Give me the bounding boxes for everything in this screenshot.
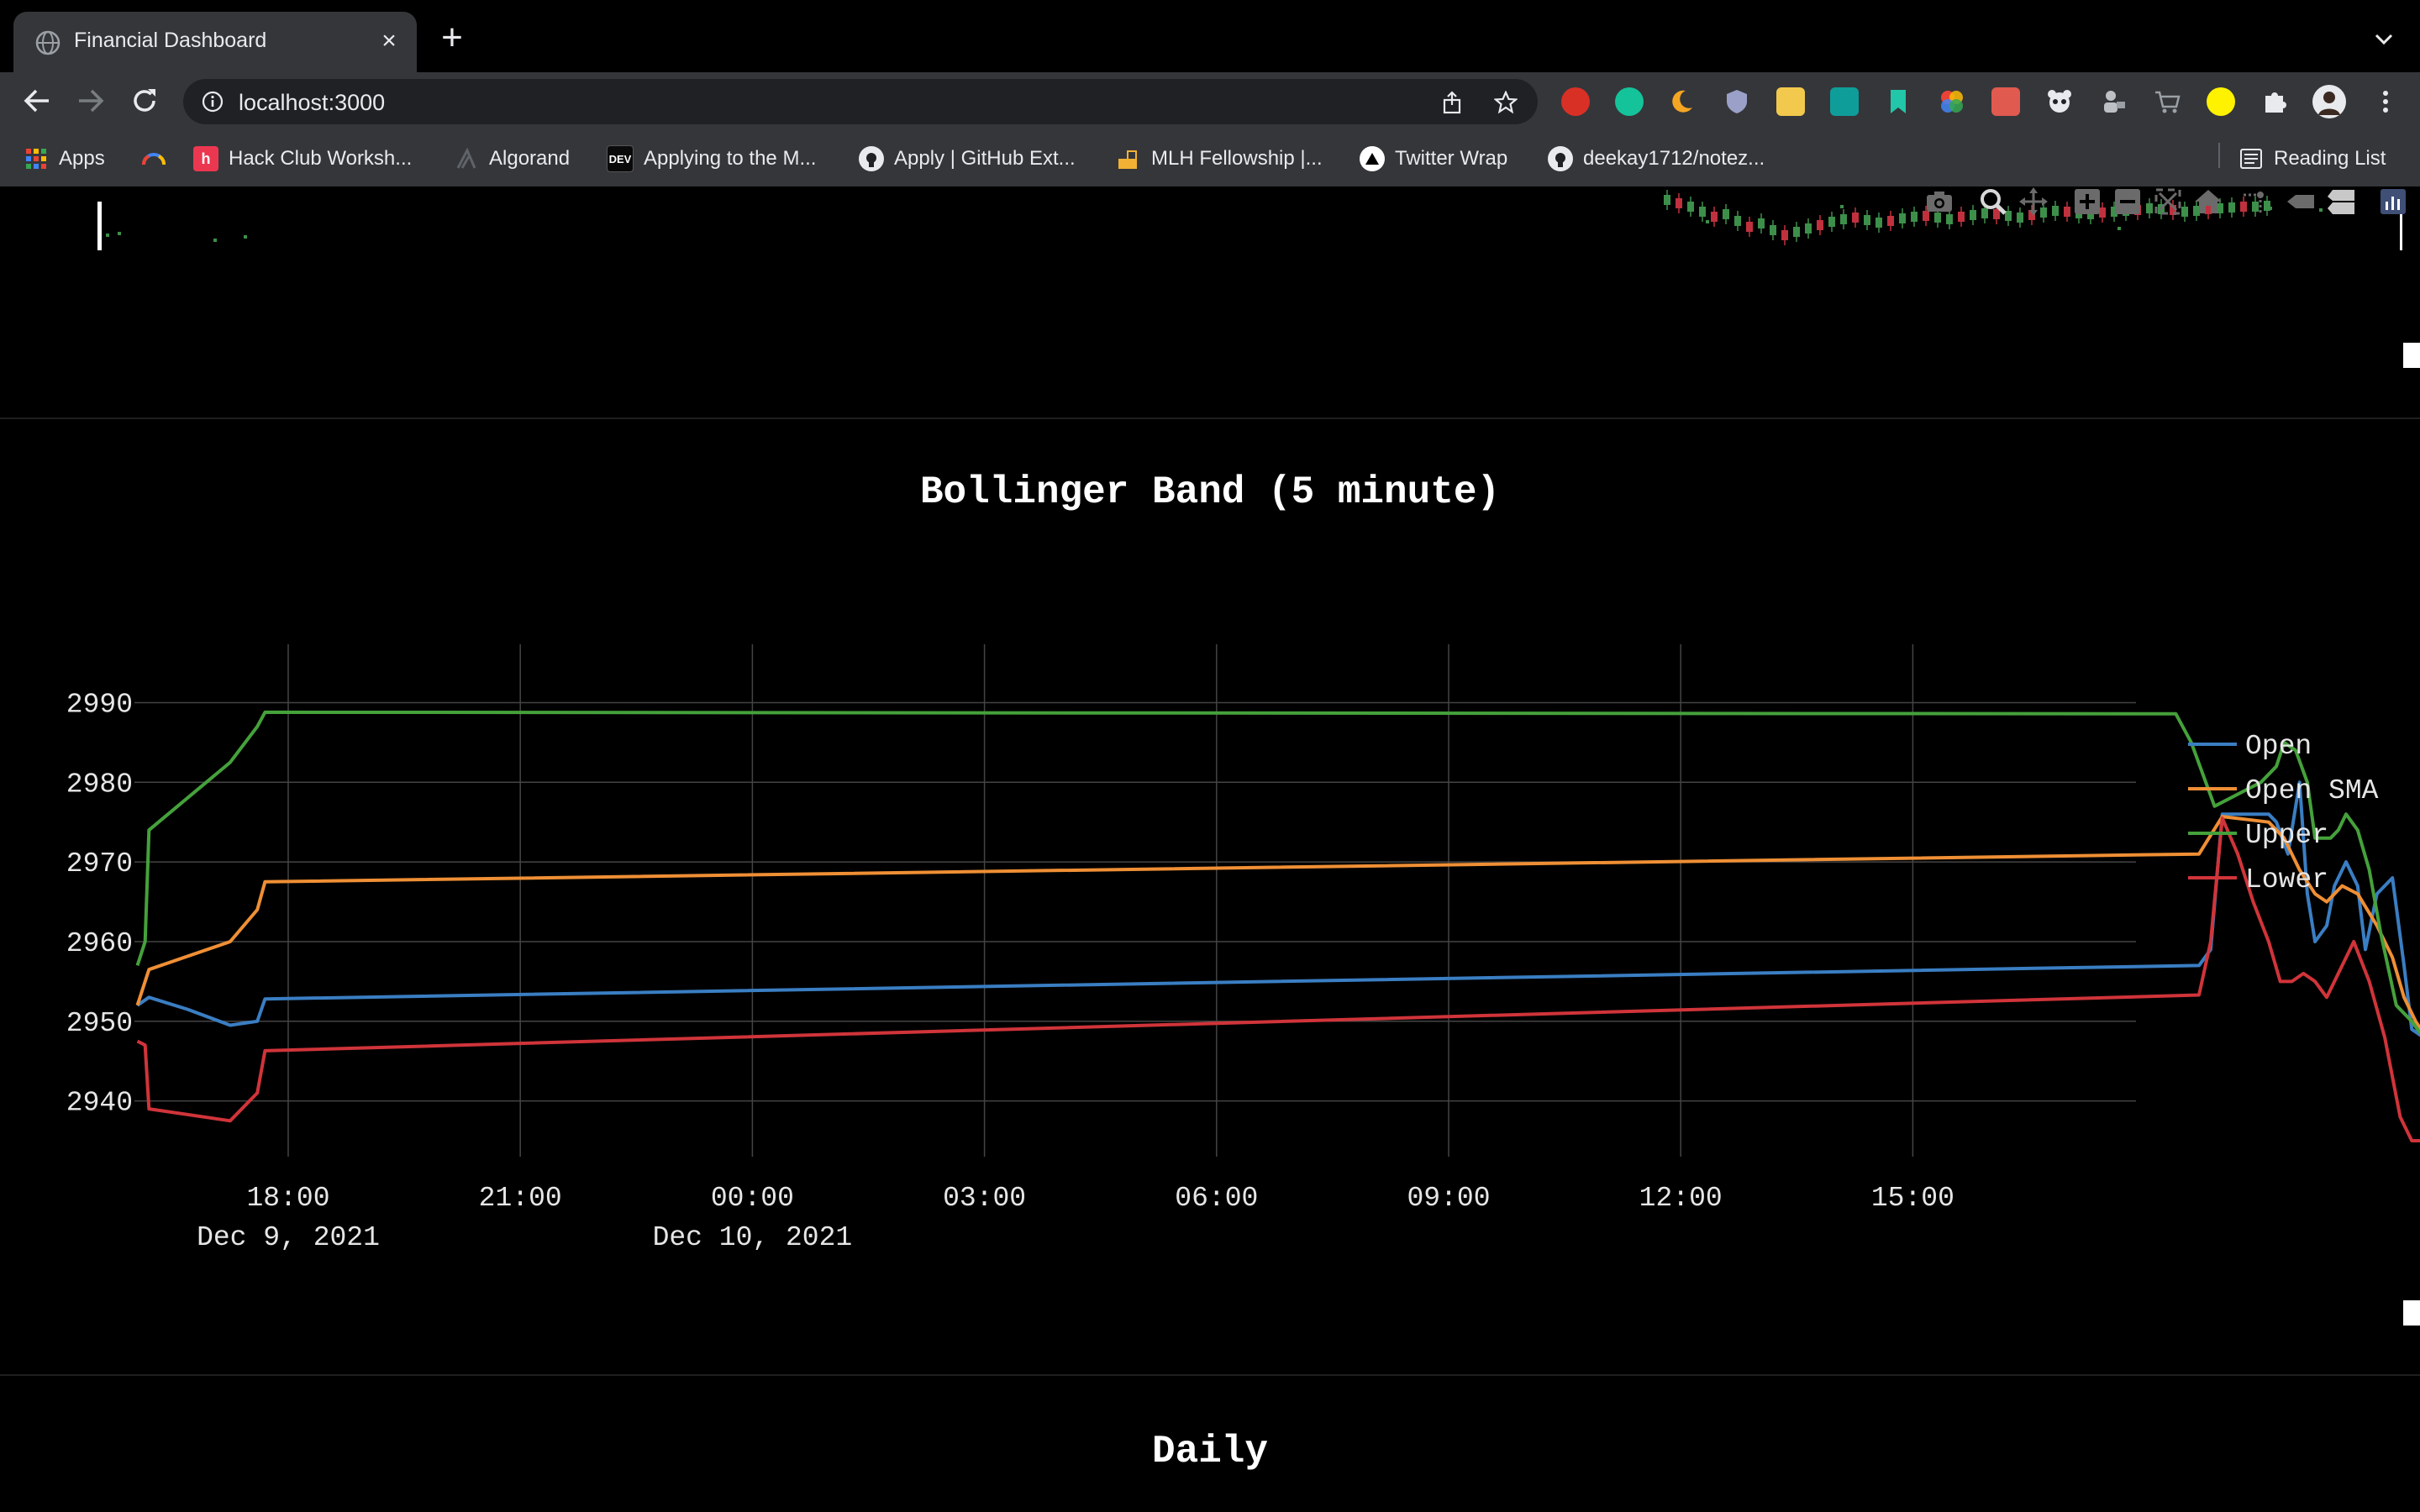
x-tick-date-label: Dec 9, 2021 [197, 1222, 380, 1253]
bookmark-label: MLH Fellowship |... [1151, 147, 1323, 170]
tab-title: Financial Dashboard [74, 29, 267, 52]
bookmark-label: Algorand [489, 147, 571, 170]
more-menu-icon[interactable] [2371, 87, 2400, 116]
mlh-icon [1116, 146, 1141, 171]
share-icon[interactable] [1440, 91, 1464, 114]
close-tab-icon[interactable]: × [376, 29, 402, 54]
bookmark-algorand[interactable]: Algorand [454, 144, 570, 173]
bookmark-label: Apps [59, 147, 105, 170]
legend-item[interactable]: Open SMA [2245, 775, 2379, 806]
y-tick-label: 2990 [66, 689, 133, 720]
bookmark-extension-icon[interactable] [1884, 87, 1912, 116]
url-text[interactable]: localhost:3000 [239, 90, 385, 116]
y-tick-label: 2980 [66, 769, 133, 800]
bookmark-star-icon[interactable] [1494, 91, 1518, 114]
browser-chrome: Financial Dashboard × + localhost:3000 A… [0, 0, 2420, 187]
puzzle-piece-icon[interactable] [2260, 87, 2289, 116]
apps-grid-icon [24, 146, 49, 171]
shield-extension-icon[interactable] [1723, 87, 1751, 116]
x-tick-label: 03:00 [943, 1183, 1026, 1214]
yellow-extension-icon[interactable] [2207, 87, 2235, 116]
info-icon[interactable] [202, 91, 224, 113]
browser-toolbar: localhost:3000 [0, 72, 2420, 129]
bollinger-band-chart[interactable]: 2940 2950 2960 2970 2980 2990 18:00 Dec 9, 202… [0, 186, 2420, 1512]
back-arrow-icon[interactable] [22, 86, 52, 116]
globe-icon [35, 30, 60, 55]
x-tick-label: 00:00 [711, 1183, 794, 1214]
bookmark-notez[interactable]: deekay1712/notez... [1548, 144, 1765, 173]
algorand-icon [454, 146, 479, 171]
grammarly-extension-icon[interactable] [1615, 87, 1644, 116]
bookmark-dev[interactable]: DEV Applying to the M... [607, 144, 816, 173]
dashboard-page: Bollinger Band (5 minute) 2940 2950 2960… [0, 186, 2420, 1512]
tab-financial-dashboard[interactable]: Financial Dashboard × [13, 12, 417, 72]
adblock-extension-icon[interactable] [1561, 87, 1590, 116]
bookmarks-separator [2218, 143, 2220, 168]
new-tab-icon[interactable]: + [437, 19, 467, 56]
series-line-open[interactable] [136, 780, 2420, 1116]
bookmark-label: Apply | GitHub Ext... [894, 147, 1076, 170]
x-tick-label: 15:00 [1871, 1183, 1954, 1214]
legend-item[interactable]: Open [2245, 731, 2312, 762]
reload-icon[interactable] [129, 86, 160, 116]
bookmark-mlh[interactable]: MLH Fellowship |... [1116, 144, 1323, 173]
legend-item[interactable]: Lower [2245, 864, 2328, 895]
bookmark-label: Hack Club Worksh... [229, 147, 413, 170]
forward-arrow-icon[interactable] [76, 86, 106, 116]
series-line-upper[interactable] [135, 710, 2420, 1037]
y-tick-label: 2970 [66, 848, 133, 879]
tab-strip: Financial Dashboard × + [0, 0, 2420, 72]
bookmark-hack-club[interactable]: h Hack Club Worksh... [193, 144, 412, 173]
address-bar[interactable]: localhost:3000 [183, 79, 1538, 124]
avatar[interactable] [2312, 85, 2346, 118]
scroll-marker [2403, 1300, 2420, 1326]
hack-club-icon: h [193, 146, 218, 171]
bookmark-google[interactable] [141, 144, 166, 173]
s-extension-icon[interactable] [1776, 87, 1805, 116]
y-tick-label: 2940 [66, 1088, 133, 1119]
meet-extension-icon[interactable] [1830, 87, 1859, 116]
bug-extension-icon[interactable] [1991, 87, 2020, 116]
google-icon [141, 146, 166, 171]
x-tick-label: 18:00 [246, 1183, 329, 1214]
x-tick-label: 06:00 [1175, 1183, 1258, 1214]
y-tick-label: 2950 [66, 1008, 133, 1039]
y-tick-label: 2960 [66, 928, 133, 959]
twitter-wrap-icon [1360, 146, 1385, 171]
bookmark-label: Applying to the M... [644, 147, 817, 170]
chevron-down-icon[interactable] [2373, 29, 2395, 50]
bookmarks-bar: Apps h Hack Club Worksh... Algorand DEV … [0, 129, 2420, 187]
github-icon [859, 146, 884, 171]
reading-list-icon [2238, 146, 2264, 171]
person-extension-icon[interactable] [2099, 87, 2128, 116]
bookmark-twitter-wrap[interactable]: Twitter Wrap [1360, 144, 1507, 173]
reading-list-button[interactable]: Reading List [2238, 144, 2386, 173]
panda-extension-icon[interactable] [2045, 87, 2074, 116]
x-tick-label: 09:00 [1407, 1183, 1490, 1214]
github-icon [1548, 146, 1573, 171]
bookmark-github-extension[interactable]: Apply | GitHub Ext... [859, 144, 1076, 173]
x-tick-label: 21:00 [479, 1183, 562, 1214]
x-tick-label: 12:00 [1639, 1183, 1723, 1214]
dev-icon: DEV [607, 145, 634, 172]
cart-extension-icon[interactable] [2153, 87, 2181, 116]
legend-item[interactable]: Upper [2245, 820, 2328, 851]
bookmark-label: Twitter Wrap [1395, 147, 1508, 170]
color-picker-extension-icon[interactable] [1938, 87, 1966, 116]
bookmark-apps[interactable]: Apps [24, 144, 105, 173]
daily-section-title: Daily [1151, 1430, 1269, 1473]
x-tick-date-label: Dec 10, 2021 [653, 1222, 853, 1253]
bookmark-label: deekay1712/notez... [1583, 147, 1765, 170]
moon-extension-icon[interactable] [1669, 87, 1697, 116]
reading-list-label: Reading List [2274, 147, 2386, 170]
section-divider [0, 1374, 2420, 1376]
